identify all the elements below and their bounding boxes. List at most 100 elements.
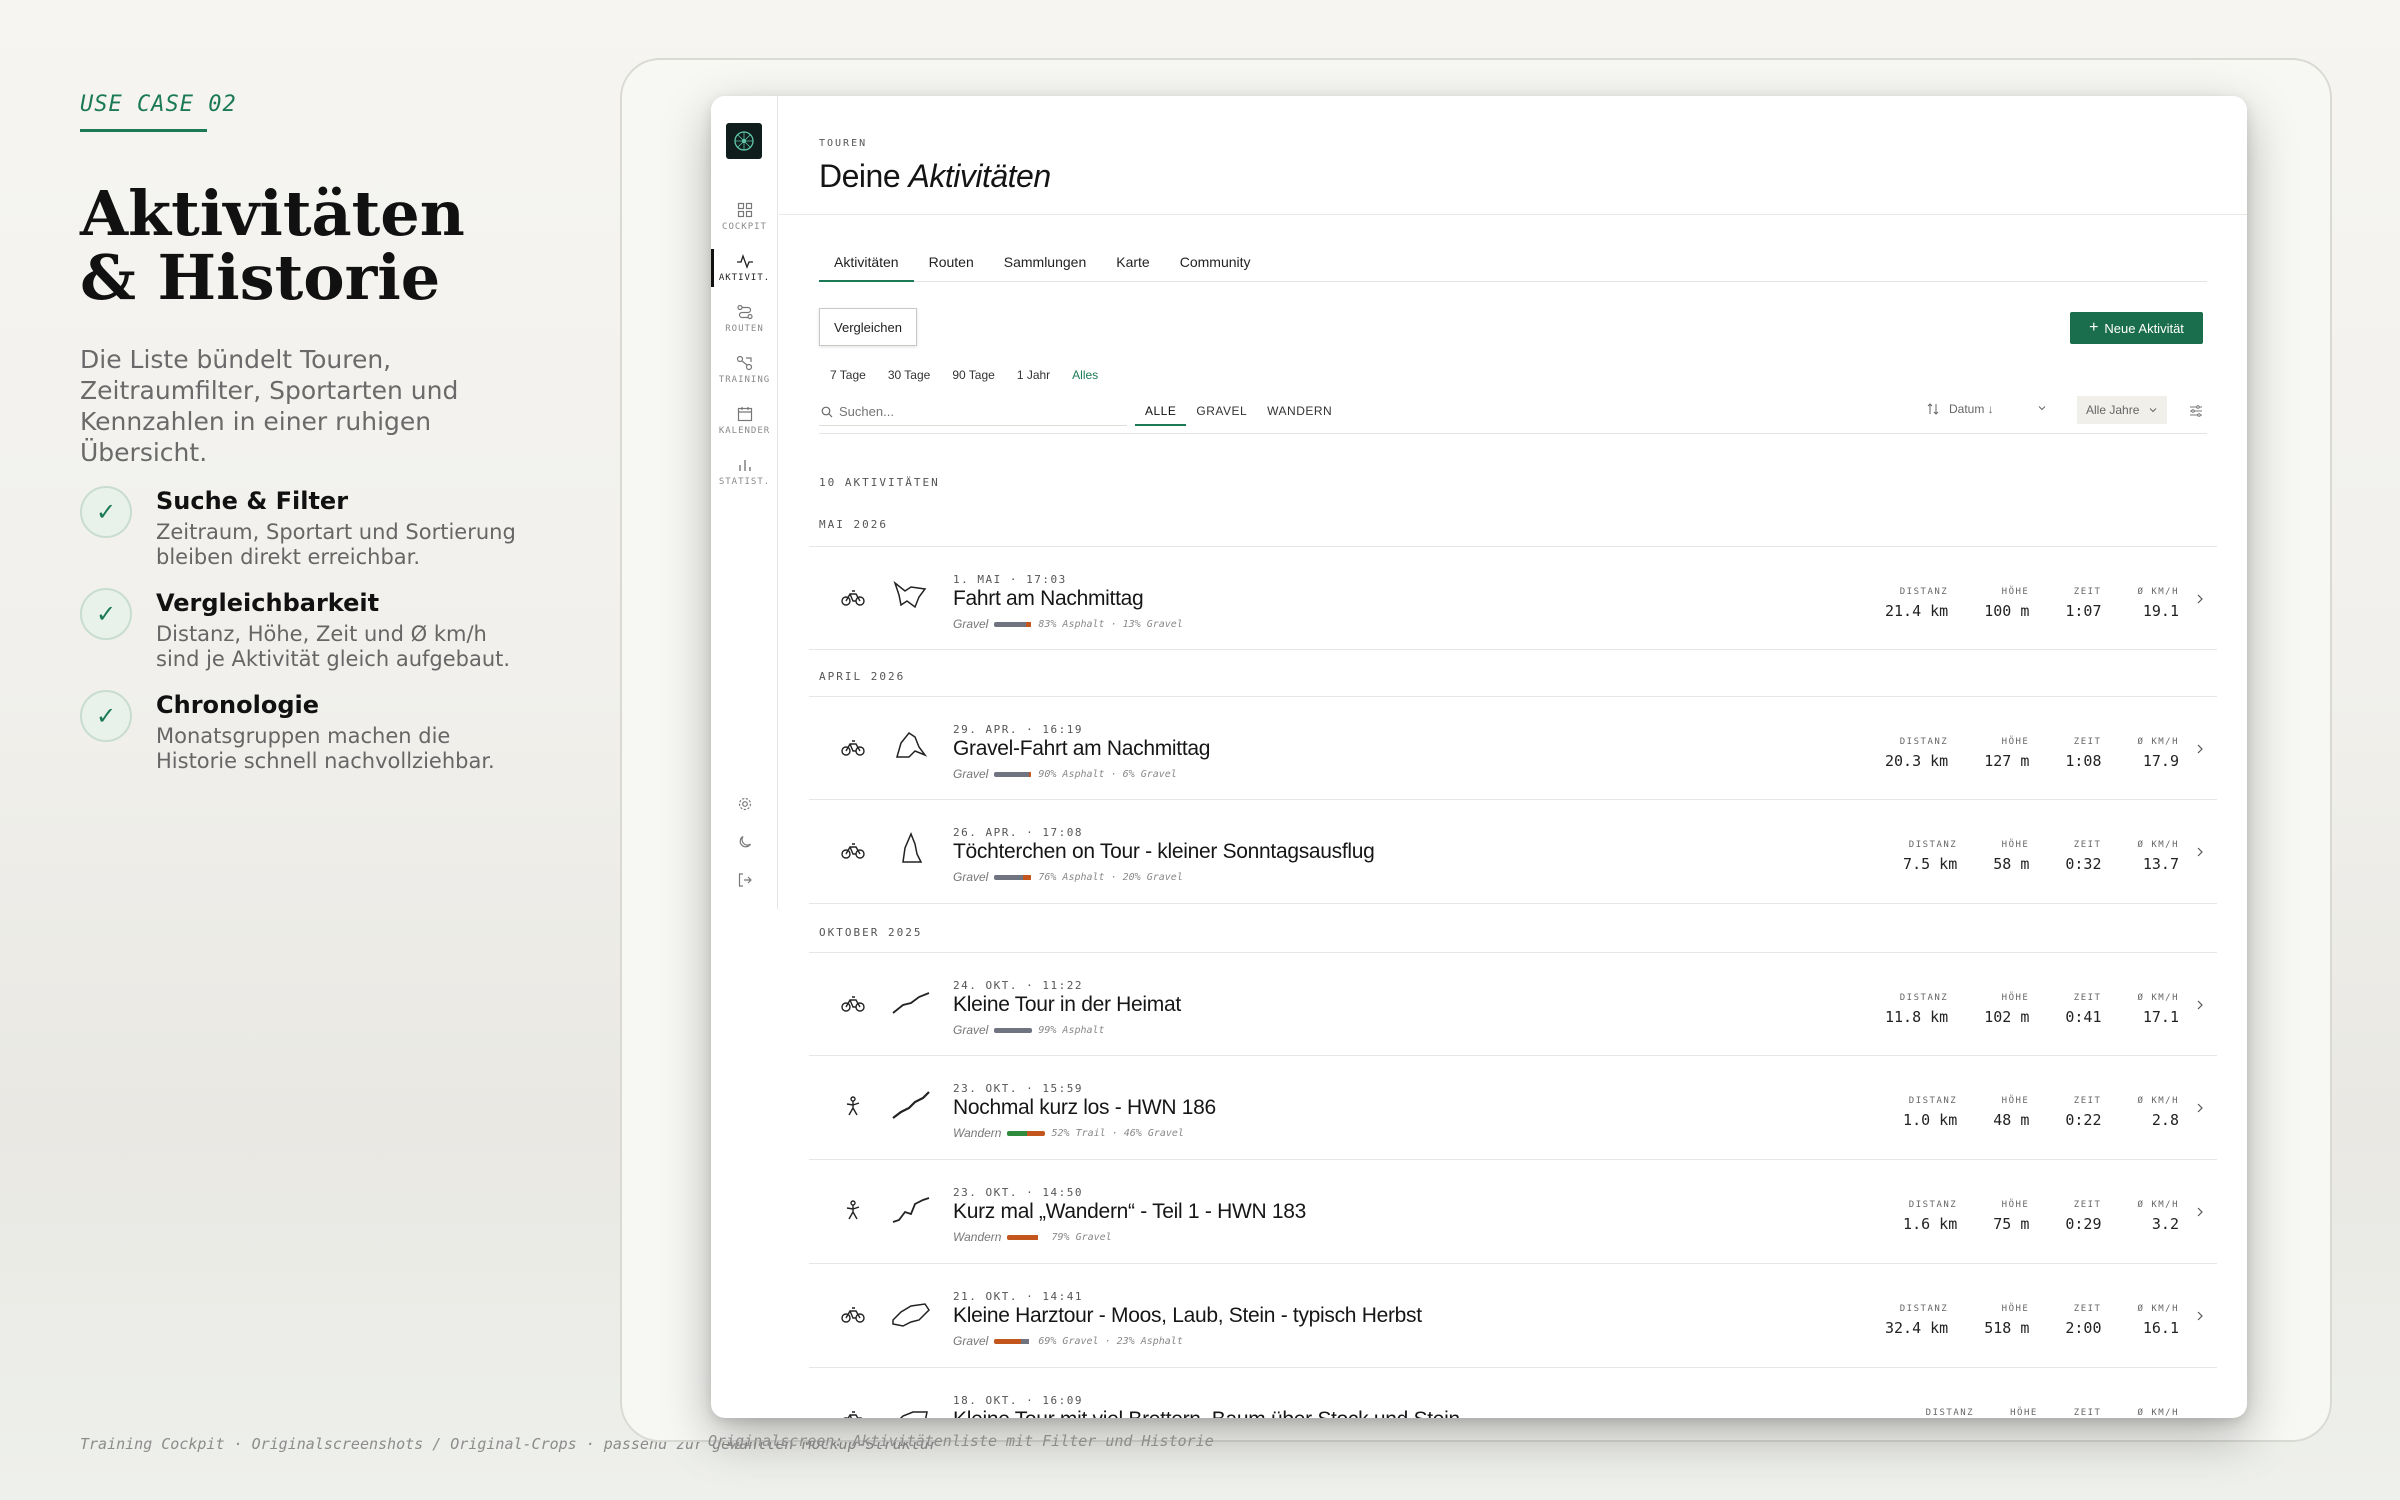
stat-label-distance: DISTANZ [1899,1304,1949,1314]
moon-icon [739,835,751,848]
stat-speed: 16.1 [2142,1319,2179,1337]
stat-label-distance: DISTANZ [1908,1200,1958,1210]
stat-label-elevation: HÖHE [2001,737,2030,747]
activity-row[interactable]: 21. OKT. · 14:41 Kleine Harztour - Moos,… [809,1264,2217,1368]
search-icon [821,406,833,417]
year-select[interactable]: Alle Jahre [2077,396,2167,424]
activity-row[interactable]: 1. MAI · 17:03 Fahrt am Nachmittag Grave… [809,546,2217,650]
stat-elevation: 127 m [1984,752,2030,770]
feature-title: Chronologie [156,691,319,719]
period-7-days[interactable]: 7 Tage [819,368,877,382]
year-select-value: Alle Jahre [2086,403,2140,417]
stat-elevation: 518 m [1984,1319,2030,1337]
chevron-right-icon [2197,847,2203,857]
surface-breakdown: 79% Gravel [1051,1231,1112,1243]
activity-row[interactable]: 24. OKT. · 11:22 Kleine Tour in der Heim… [809,952,2217,1056]
training-icon [736,355,752,371]
activity-row[interactable]: 23. OKT. · 14:50 Kurz mal „Wandern“ - Te… [809,1160,2217,1264]
activity-subline: Gravel 99% Asphalt [953,1023,1105,1037]
bike-icon [843,1411,863,1418]
feature-title: Vergleichbarkeit [156,589,380,617]
stat-time: 0:32 [2065,855,2102,873]
activity-row[interactable]: 29. APR. · 16:19 Gravel-Fahrt am Nachmit… [809,696,2217,800]
feature-text: Zeitraum, Sportart und Sortierung bleibe… [156,520,516,569]
surface-breakdown: 76% Asphalt · 20% Gravel [1038,871,1183,883]
logout-button[interactable] [711,872,778,892]
settings-button[interactable] [711,796,778,816]
surface-breakdown: 99% Asphalt [1038,1024,1105,1036]
sidebar-item-calendar[interactable]: KALENDER [711,406,778,436]
stat-label-speed: Ø KM/H [2137,993,2179,1003]
sidebar-item-training[interactable]: TRAINING [711,355,778,385]
chevron-down-icon [2037,402,2047,416]
route-thumbnail [892,1303,930,1327]
stat-speed: 3.2 [2151,1215,2179,1233]
stat-speed: 19.1 [2142,602,2179,620]
sidebar-item-label: AKTIVIT. [718,273,771,283]
period-filter: 7 Tage 30 Tage 90 Tage 1 Jahr Alles [819,368,1109,382]
stat-label-speed: Ø KM/H [2137,1096,2179,1106]
activity-row[interactable]: 18. OKT. · 16:09 Kleine Tour mit viel Br… [809,1368,2217,1418]
sidebar-item-label: COCKPIT [722,222,767,232]
period-all[interactable]: Alles [1061,368,1109,382]
route-thumbnail [892,1197,930,1223]
search-input[interactable] [839,404,1119,419]
search-filter-bar: ALLE GRAVEL WANDERN Datum ↓ Alle Jahre [819,394,2207,434]
stat-label-time: ZEIT [2073,587,2102,597]
sidebar-item-routes[interactable]: ROUTEN [711,304,778,334]
activity-datetime: 24. OKT. · 11:22 [953,979,1083,992]
period-30-days[interactable]: 30 Tage [877,368,942,382]
filter-gravel[interactable]: GRAVEL [1186,398,1257,426]
stat-speed: 13.7 [2142,855,2179,873]
activity-subline: Gravel 90% Asphalt · 6% Gravel [953,767,1177,781]
intro-text: Die Liste bündelt Touren, Zeitraumfilter… [80,345,459,467]
period-1-year[interactable]: 1 Jahr [1006,368,1061,382]
chevron-right-icon [2197,1103,2203,1113]
chevron-right-icon [2197,594,2203,604]
stat-label-elevation: HÖHE [2001,993,2030,1003]
period-90-days[interactable]: 90 Tage [941,368,1006,382]
hiker-icon [846,1096,860,1116]
filter-all[interactable]: ALLE [1135,398,1187,426]
stat-label-speed: Ø KM/H [2137,1304,2179,1314]
activity-subline: Wandern 79% Gravel [953,1230,1112,1244]
activity-stats: DISTANZ HÖHE ZEIT Ø KM/H [1890,1408,2179,1418]
stat-label-distance: DISTANZ [1925,1408,1975,1418]
stat-distance: 1.6 km [1903,1215,1958,1233]
feature-item: ✓ Vergleichbarkeit Distanz, Höhe, Zeit u… [80,588,550,672]
stat-time: 0:22 [2065,1111,2102,1129]
view-options-button[interactable] [2189,402,2203,421]
headline-line-1: Aktivitäten [80,177,465,250]
tab-community[interactable]: Community [1165,254,1266,282]
stat-label-speed: Ø KM/H [2137,1408,2179,1418]
tab-routes[interactable]: Routen [914,254,989,282]
sidebar: COCKPIT AKTIVIT. ROUTEN TRAINING KALENDE… [711,96,778,909]
tab-activities[interactable]: Aktivitäten [819,254,914,282]
activity-datetime: 1. MAI · 17:03 [953,573,1067,586]
stat-time: 1:08 [2065,752,2102,770]
theme-toggle[interactable] [711,834,778,854]
stat-time: 0:41 [2065,1008,2102,1026]
sidebar-item-statistics[interactable]: STATIST. [711,457,778,487]
sidebar-item-activities[interactable]: AKTIVIT. [711,249,778,287]
filter-hiking[interactable]: WANDERN [1257,398,1342,426]
chevron-right-icon [2197,744,2203,754]
stat-label-distance: DISTANZ [1899,737,1949,747]
tab-collections[interactable]: Sammlungen [989,254,1102,282]
bike-icon [841,996,865,1012]
activity-count: 10 AKTIVITÄTEN [819,476,940,489]
new-activity-button[interactable]: + Neue Aktivität [2070,312,2203,344]
activity-stats: DISTANZ 20.3 km HÖHE 127 m ZEIT 1:08 Ø KM/H… [1849,737,2179,770]
activity-row[interactable]: 23. OKT. · 15:59 Nochmal kurz los - HWN … [809,1056,2217,1160]
app-logo[interactable] [726,123,762,159]
bar-chart-icon [738,460,751,471]
stat-distance: 21.4 km [1884,602,1949,620]
sidebar-item-cockpit[interactable]: COCKPIT [711,202,778,232]
compare-button[interactable]: Vergleichen [819,308,917,346]
activity-title: Kleine Harztour - Moos, Laub, Stein - ty… [953,1304,1422,1327]
sort-select[interactable]: Datum ↓ [1927,402,2047,416]
tab-map[interactable]: Karte [1101,254,1164,282]
stat-time: 0:29 [2065,1215,2102,1233]
activity-row[interactable]: 26. APR. · 17:08 Töchterchen on Tour - k… [809,800,2217,904]
activity-sport: Gravel [953,1334,989,1348]
